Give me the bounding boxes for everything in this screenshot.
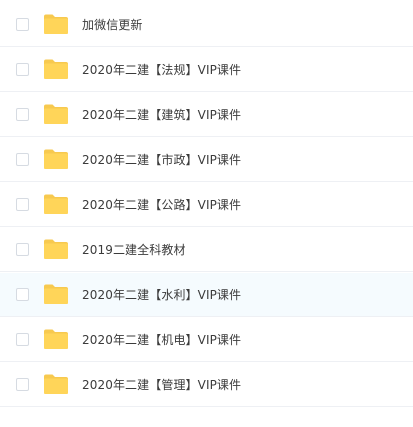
row-checkbox[interactable] bbox=[16, 333, 29, 346]
row-checkbox[interactable] bbox=[16, 18, 29, 31]
folder-name[interactable]: 2020年二建【机电】VIP课件 bbox=[82, 318, 241, 362]
file-row[interactable]: 2020年二建【法规】VIP课件 bbox=[0, 48, 413, 92]
file-row[interactable]: 2019二建全科教材 bbox=[0, 228, 413, 272]
folder-icon bbox=[43, 328, 69, 350]
folder-icon bbox=[43, 238, 69, 260]
row-checkbox[interactable] bbox=[16, 63, 29, 76]
file-row[interactable]: 2020年二建【公路】VIP课件 bbox=[0, 183, 413, 227]
row-checkbox[interactable] bbox=[16, 378, 29, 391]
folder-name[interactable]: 2020年二建【公路】VIP课件 bbox=[82, 183, 241, 227]
folder-icon bbox=[43, 148, 69, 170]
file-list: 加微信更新 2020年二建【法规】VIP课件 2020年二建【建筑】VIP课件 … bbox=[0, 0, 413, 427]
folder-icon bbox=[43, 58, 69, 80]
folder-name[interactable]: 2020年二建【水利】VIP课件 bbox=[82, 273, 241, 317]
file-row[interactable]: 加微信更新 bbox=[0, 3, 413, 47]
file-row[interactable]: 2020年二建【市政】VIP课件 bbox=[0, 138, 413, 182]
folder-name[interactable]: 2019二建全科教材 bbox=[82, 228, 186, 272]
file-row[interactable]: 2020年二建【水利】VIP课件 bbox=[0, 273, 413, 317]
row-checkbox[interactable] bbox=[16, 108, 29, 121]
file-row[interactable]: 2020年二建【建筑】VIP课件 bbox=[0, 93, 413, 137]
folder-icon bbox=[43, 193, 69, 215]
folder-icon bbox=[43, 13, 69, 35]
row-checkbox[interactable] bbox=[16, 288, 29, 301]
folder-icon bbox=[43, 373, 69, 395]
file-row[interactable]: 2020年二建【管理】VIP课件 bbox=[0, 363, 413, 407]
folder-name[interactable]: 加微信更新 bbox=[82, 3, 143, 47]
row-checkbox[interactable] bbox=[16, 198, 29, 211]
row-checkbox[interactable] bbox=[16, 243, 29, 256]
folder-name[interactable]: 2020年二建【管理】VIP课件 bbox=[82, 363, 241, 407]
file-row[interactable]: 2020年二建【机电】VIP课件 bbox=[0, 318, 413, 362]
folder-name[interactable]: 2020年二建【法规】VIP课件 bbox=[82, 48, 241, 92]
folder-icon bbox=[43, 283, 69, 305]
row-checkbox[interactable] bbox=[16, 153, 29, 166]
folder-name[interactable]: 2020年二建【市政】VIP课件 bbox=[82, 138, 241, 182]
folder-icon bbox=[43, 103, 69, 125]
folder-name[interactable]: 2020年二建【建筑】VIP课件 bbox=[82, 93, 241, 137]
